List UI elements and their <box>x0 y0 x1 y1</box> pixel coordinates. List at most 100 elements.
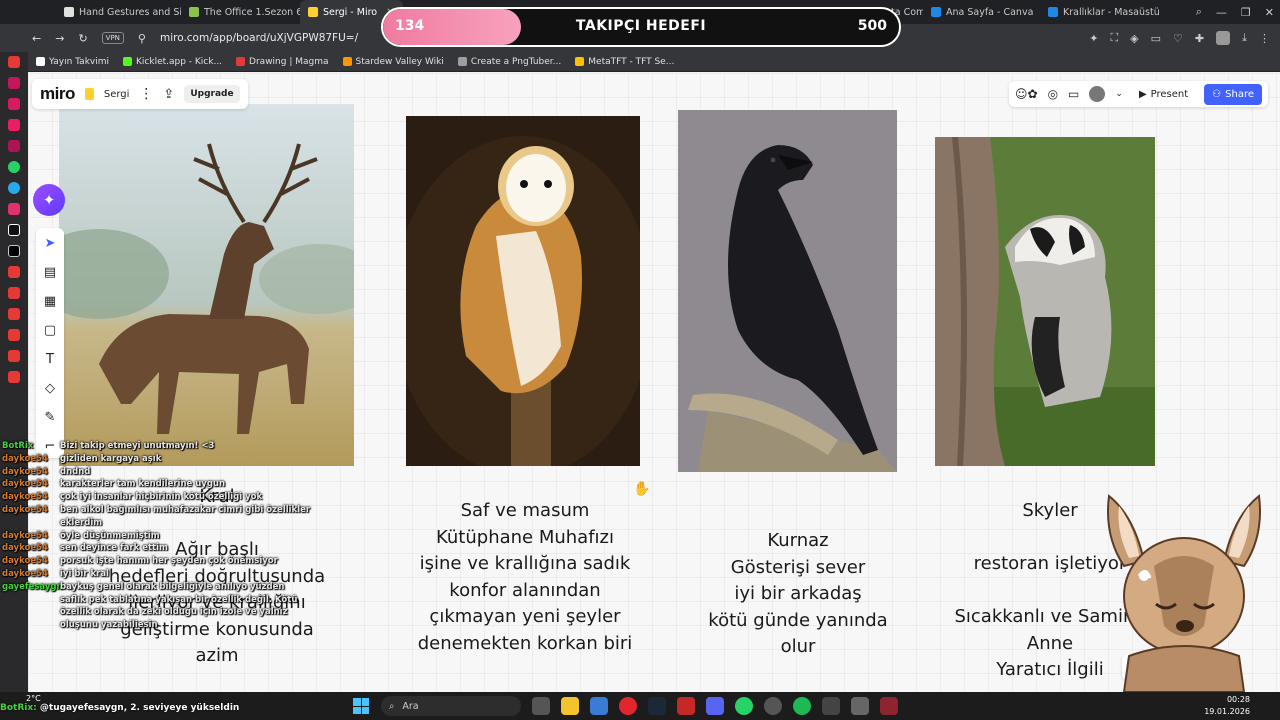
app-icon[interactable] <box>851 697 869 715</box>
back-icon[interactable]: ← <box>32 32 41 45</box>
task-view-icon[interactable] <box>532 697 550 715</box>
owl-image[interactable] <box>406 116 640 466</box>
store-icon[interactable] <box>590 697 608 715</box>
user-avatar[interactable] <box>1089 86 1106 102</box>
x-icon[interactable] <box>8 245 20 257</box>
miro-logo[interactable]: miro <box>40 84 75 104</box>
chat-message: karakterler tam kendilerine uygun <box>60 479 226 490</box>
extensions-icon[interactable]: ✚ <box>1195 32 1204 45</box>
whatsapp-icon[interactable] <box>735 697 753 715</box>
clock-date: 19.01.2026 <box>1204 707 1250 716</box>
card-text-raven[interactable]: Kurnaz Gösterişi sever iyi bir arkadaş kötü… <box>678 528 918 661</box>
whatsapp-icon[interactable] <box>8 161 20 173</box>
video-icon[interactable]: ▭ <box>1068 87 1079 101</box>
menu-icon[interactable]: ⋮ <box>1259 32 1270 45</box>
app-icon[interactable] <box>822 697 840 715</box>
start-button[interactable] <box>353 698 369 714</box>
sidebar-app-icon[interactable] <box>8 308 20 320</box>
pip-icon[interactable]: ▭ <box>1151 32 1161 45</box>
bookmark-label: Create a PngTuber... <box>470 56 562 67</box>
bookmark-item[interactable]: Stardew Valley Wiki <box>342 57 444 67</box>
sidebar-app-icon[interactable] <box>8 140 20 152</box>
shapes-icon[interactable]: ◇ <box>41 379 59 397</box>
telegram-icon[interactable] <box>8 182 20 194</box>
sidebar-app-icon[interactable] <box>8 350 20 362</box>
reload-icon[interactable]: ↻ <box>78 32 87 45</box>
bookmark-item[interactable]: Yayın Takvimi <box>36 57 109 67</box>
templates-icon[interactable]: ▤ <box>41 263 59 281</box>
sidebar-app-icon[interactable] <box>8 56 20 68</box>
ai-assist-button[interactable]: ✦ <box>33 184 65 216</box>
sidebar-app-icon[interactable] <box>8 266 20 278</box>
instagram-icon[interactable] <box>8 203 20 215</box>
discord-icon[interactable] <box>706 697 724 715</box>
bookmark-item[interactable]: Create a PngTuber... <box>457 56 562 67</box>
minimize-icon[interactable]: — <box>1216 6 1227 19</box>
sidebar-app-icon[interactable] <box>8 119 20 131</box>
tab-label: Sergi - Miro <box>323 6 378 18</box>
upgrade-button[interactable]: Upgrade <box>184 85 240 103</box>
present-button[interactable]: ▶ Present <box>1133 86 1194 103</box>
miro-board-header: miro Sergi ⋮ ⇪ Upgrade <box>32 79 248 109</box>
sticky-note-icon[interactable]: ▢ <box>41 321 59 339</box>
chrome-icon[interactable] <box>764 697 782 715</box>
shield-icon[interactable]: ◈ <box>1130 32 1138 45</box>
file-explorer-icon[interactable] <box>561 697 579 715</box>
chevron-down-icon[interactable]: ⌄ <box>1115 89 1123 99</box>
url-field[interactable]: miro.com/app/board/uXjVGPW87FU=/ <box>160 32 358 44</box>
reactions-icon[interactable]: ☺✿ <box>1015 87 1038 101</box>
pen-icon[interactable]: ✎ <box>41 408 59 426</box>
app-icon[interactable] <box>677 697 695 715</box>
vpn-badge[interactable]: VPN <box>101 32 124 44</box>
steam-icon[interactable] <box>648 697 666 715</box>
downloads-icon[interactable]: ⤓ <box>1242 31 1247 45</box>
sidebar-app-icon[interactable] <box>8 371 20 383</box>
board-name[interactable]: Sergi <box>104 89 130 100</box>
heart-icon[interactable]: ♡ <box>1173 32 1183 45</box>
deer-image[interactable] <box>59 104 354 466</box>
forward-icon[interactable]: → <box>55 32 64 45</box>
export-icon[interactable]: ⇪ <box>163 87 174 102</box>
sidebar-app-icon[interactable] <box>8 98 20 110</box>
tab-0[interactable]: Hand Gestures and Simp <box>56 0 181 24</box>
card-text-owl[interactable]: Saf ve masum Kütüphane Muhafızı işine ve k… <box>405 498 645 657</box>
board-menu-icon[interactable]: ⋮ <box>139 86 153 102</box>
taskbar-clock[interactable]: 00:28 19.01.2026 <box>1204 694 1250 718</box>
app-icon[interactable] <box>880 697 898 715</box>
search-tabs-icon[interactable]: ⌕ <box>1196 5 1202 19</box>
chat-line: daykoe54 dndnd <box>0 466 320 479</box>
weather-widget[interactable]: 2°C <box>26 694 41 703</box>
site-info-icon[interactable]: ⚲ <box>138 32 146 45</box>
tab-1[interactable]: The Office 1.Sezon 6.Bö <box>181 0 300 24</box>
restore-icon[interactable]: ❐ <box>1241 6 1251 19</box>
chat-username: daykoe54 <box>2 543 48 554</box>
sidebar-app-icon[interactable] <box>8 77 20 89</box>
close-window-icon[interactable]: ✕ <box>1265 6 1274 19</box>
sidebar-app-icon[interactable] <box>8 287 20 299</box>
select-tool-icon[interactable]: ➤ <box>41 234 59 252</box>
taskbar-search[interactable]: ⌕ Ara <box>381 696 521 716</box>
chat-line: saflık pek tablatına yakışan bir özellik… <box>0 594 320 607</box>
bookmark-item[interactable]: Drawing | Magma <box>236 57 329 67</box>
sidebar-app-icon[interactable] <box>8 329 20 341</box>
card-text-line: işine ve krallığına sadık <box>419 553 631 574</box>
bookmark-icon[interactable]: ✦ <box>1089 32 1098 45</box>
screenshot-icon[interactable]: ⛶ <box>1110 31 1118 45</box>
opera-icon[interactable] <box>619 697 637 715</box>
frame-icon[interactable]: ▦ <box>41 292 59 310</box>
bookmark-item[interactable]: MetaTFT - TFT Se... <box>575 57 674 67</box>
comment-icon[interactable]: ◎ <box>1048 87 1058 101</box>
tiktok-icon[interactable] <box>8 224 20 236</box>
text-tool-icon[interactable]: T <box>41 350 59 368</box>
tab-favicon-icon <box>931 7 941 17</box>
badger-image[interactable] <box>935 137 1155 466</box>
window-controls: ⌕ — ❐ ✕ <box>1196 0 1274 24</box>
profile-icon[interactable] <box>1216 31 1231 45</box>
tab-6[interactable]: Ana Sayfa - Canva <box>923 0 1040 24</box>
spotify-icon[interactable] <box>793 697 811 715</box>
raven-image[interactable] <box>678 110 897 472</box>
share-button[interactable]: ⚇ Share <box>1204 83 1262 105</box>
chat-username: daykoe54 <box>2 479 48 490</box>
bookmark-item[interactable]: Kicklet.app - Kick... <box>123 57 222 67</box>
tab-7[interactable]: Krallıklar - Masaüstü Du <box>1040 0 1160 24</box>
